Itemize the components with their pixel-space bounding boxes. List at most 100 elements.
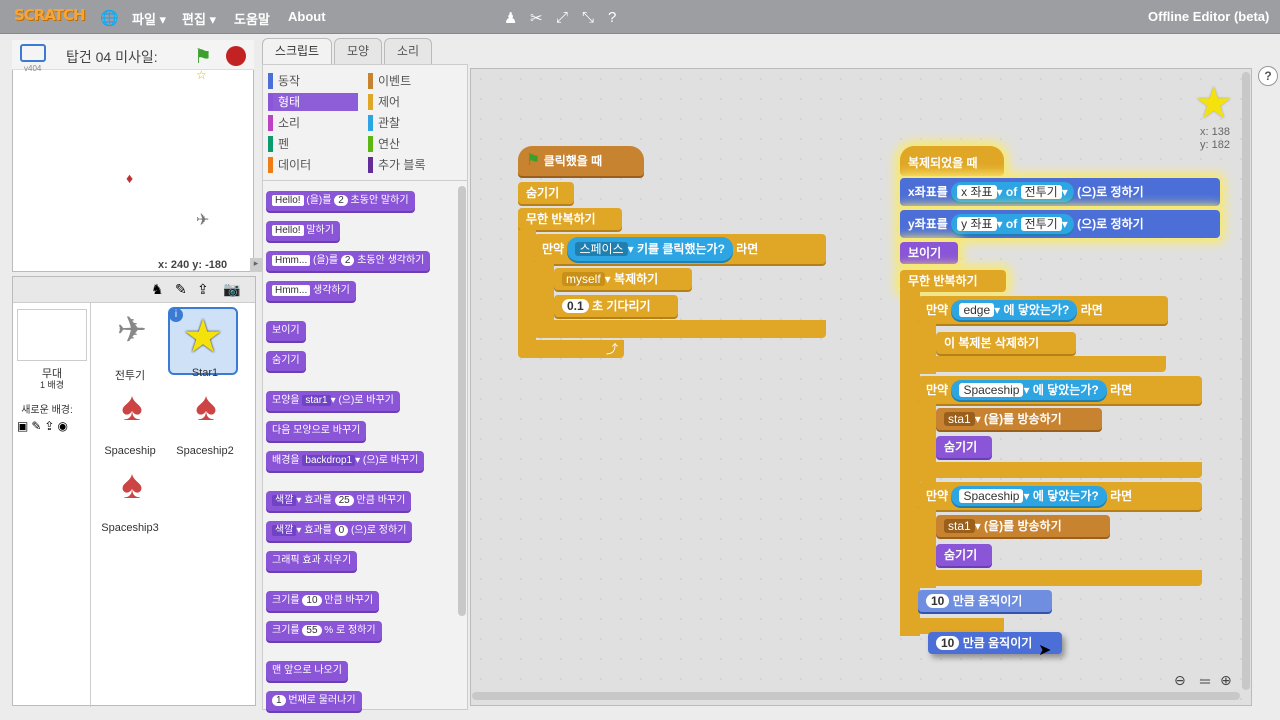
tab-costumes[interactable]: 모양 [334,38,382,64]
block-change-size[interactable]: 크기를 10 만큼 바꾸기 [266,591,380,611]
category-events[interactable]: 이벤트 [368,72,458,90]
block-if-touching-spaceship[interactable]: 만약 Spaceship ▾ 에 닿았는가? 라면 [918,482,1202,510]
block-hide[interactable]: 숨기기 [936,436,992,458]
block-if-touching-spaceship[interactable]: 만약 Spaceship ▾ 에 닿았는가? 라면 [918,376,1202,404]
block-hide[interactable]: 숨기기 [518,182,574,204]
block-set-y[interactable]: y좌표를 y 좌표 ▾ of 전투기 ▾ (으)로 정하기 [900,210,1220,238]
block-next-costume[interactable]: 다음 모양으로 바꾸기 [266,421,367,441]
tab-sounds[interactable]: 소리 [384,38,432,64]
block-forever[interactable]: 무한 반복하기 [518,208,622,230]
block-clear-effects[interactable]: 그래픽 효과 지우기 [266,551,358,571]
cut-icon[interactable]: ✂ [530,9,543,27]
menu-edit[interactable]: 편집 ▾ [182,9,216,28]
zoom-in-icon[interactable]: ⊕ [1220,672,1232,689]
script-v-scrollbar[interactable] [1242,72,1250,690]
block-move-ghost: 10 만큼 움직이기 [918,590,1052,612]
backdrop-count: 1 배경 [39,380,65,390]
block-switch-costume[interactable]: 모양을 star1 ▾ (으)로 바꾸기 [266,391,400,411]
block-forever[interactable]: 무한 반복하기 [900,270,1006,292]
editor-title: Offline Editor (beta) [1148,9,1270,24]
fullscreen-icon[interactable] [20,44,46,62]
block-think-for-secs[interactable]: Hmm... (을)를 2 초동안 생각하기 [266,251,431,271]
fighter-icon: ✈ [116,309,148,350]
block-hide[interactable]: 숨기기 [936,544,992,566]
block-go-back[interactable]: 1 번째로 물러나기 [266,691,362,711]
category-looks[interactable]: 형태 [268,93,358,111]
sprite-label: Spaceship3 [101,522,159,534]
block-show[interactable]: 보이기 [900,242,958,264]
green-flag-icon[interactable]: ⚑ [194,44,212,69]
menu-file[interactable]: 파일 ▾ [132,9,166,28]
if-bottom [918,462,1202,478]
hat-when-clone-starts[interactable]: 복제되었을 때 [900,146,1004,176]
category-sensing[interactable]: 관찰 [368,114,458,132]
block-create-clone[interactable]: myself ▾ 복제하기 [554,268,692,290]
sprite-panel: ♞ ✎ ⇪ 📷 무대 1 배경 새로운 배경: ▣✎⇪◉ ✈ 전투기 ★ i S… [12,276,256,707]
block-if-touching-edge[interactable]: 만약 edge ▾ 에 닿았는가? 라면 [918,296,1168,324]
grow-icon[interactable]: ⤢ [556,9,568,26]
sprite-spaceship[interactable]: ♠ [97,385,167,453]
block-go-front[interactable]: 맨 앞으로 나오기 [266,661,348,681]
shrink-icon[interactable]: ⤡ [582,9,594,26]
globe-icon[interactable]: 🌐 [100,9,119,27]
category-control[interactable]: 제어 [368,93,458,111]
block-hide[interactable]: 숨기기 [266,351,306,371]
block-wait[interactable]: 0.1 초 기다리기 [554,295,678,317]
version-label: v404 [24,64,42,73]
sprite-toolbar: ♞ ✎ ⇪ 📷 [13,277,255,303]
sprite-label: 전투기 [114,370,146,382]
info-icon[interactable]: i [169,308,183,322]
category-data[interactable]: 데이터 [268,156,358,174]
duplicate-icon[interactable]: ♟ [504,9,517,27]
tab-scripts[interactable]: 스크립트 [262,38,332,64]
scratch-logo[interactable]: SCRATCH [14,6,86,24]
upload-sprite-icon[interactable]: ⇪ [197,281,209,298]
category-sound[interactable]: 소리 [268,114,358,132]
mouse-cursor-icon: ➤ [1038,642,1052,659]
sprite-spaceship2[interactable]: ♠ [171,385,241,453]
menu-about[interactable]: About [288,9,326,24]
menu-bar: SCRATCH 🌐 파일 ▾ 편집 ▾ 도움말 About ♟ ✂ ⤢ ⤡ ? … [0,0,1280,34]
sprite-x: x: 138 [1200,126,1230,138]
stage-column: 무대 1 배경 새로운 배경: ▣✎⇪◉ [13,303,91,707]
zoom-reset-icon[interactable]: ＝ [1198,672,1212,692]
stop-icon[interactable] [226,46,246,66]
block-switch-backdrop[interactable]: 배경을 backdrop1 ▾ (으)로 바꾸기 [266,451,425,471]
sprite-spaceship3[interactable]: ♠ [97,463,167,531]
block-delete-clone[interactable]: 이 복제본 삭제하기 [936,332,1076,354]
camera-icon[interactable]: 📷 [223,281,240,298]
spaceship-icon: ♠ [121,463,143,507]
block-think[interactable]: Hmm... 생각하기 [266,281,356,301]
category-more-blocks[interactable]: 추가 블록 [368,156,458,174]
hat-when-flag-clicked[interactable]: ⚑ 클릭했을 때 [518,146,644,176]
project-name[interactable]: 탑건 04 미사일: [66,47,158,67]
tips-help-icon[interactable]: ? [1258,66,1278,86]
stage-size-toggle[interactable]: ▸ [250,258,262,272]
block-change-effect[interactable]: 색깔 ▾ 효과를 25 만큼 바꾸기 [266,491,412,511]
block-broadcast[interactable]: sta1 ▾ (을)를 방송하기 [936,408,1102,430]
block-say[interactable]: Hello! 말하기 [266,221,340,241]
block-set-effect[interactable]: 색깔 ▾ 효과를 0 (으)로 정하기 [266,521,413,541]
block-if-key-pressed[interactable]: 만약 스페이스 ▾ 키를 클릭했는가? 라면 [534,234,826,264]
block-say-for-secs[interactable]: Hello! (을)를 2 초동안 말하기 [266,191,415,211]
forever-arm [900,290,920,636]
block-set-x[interactable]: x좌표를 x 좌표 ▾ of 전투기 ▾ (으)로 정하기 [900,178,1220,206]
backdrop-tools-icon[interactable]: ▣✎⇪◉ [17,419,71,433]
script-h-scrollbar[interactable] [472,692,1240,700]
sprite-library-icon[interactable]: ♞ [151,281,164,298]
block-show[interactable]: 보이기 [266,321,306,341]
paint-sprite-icon[interactable]: ✎ [175,281,187,298]
category-motion[interactable]: 동작 [268,72,358,90]
if-bottom [918,356,1166,372]
block-broadcast[interactable]: sta1 ▾ (을)를 방송하기 [936,515,1110,537]
help-icon[interactable]: ? [608,9,616,26]
category-pen[interactable]: 펜 [268,135,358,153]
palette-scrollbar[interactable] [458,186,466,616]
stage-thumbnail[interactable] [17,309,87,361]
stage[interactable] [12,40,254,272]
block-set-size[interactable]: 크기를 55 % 로 정하기 [266,621,382,641]
menu-help[interactable]: 도움말 [234,9,270,28]
category-operators[interactable]: 연산 [368,135,458,153]
sprite-y: y: 182 [1200,139,1230,151]
zoom-out-icon[interactable]: ⊖ [1174,672,1186,689]
